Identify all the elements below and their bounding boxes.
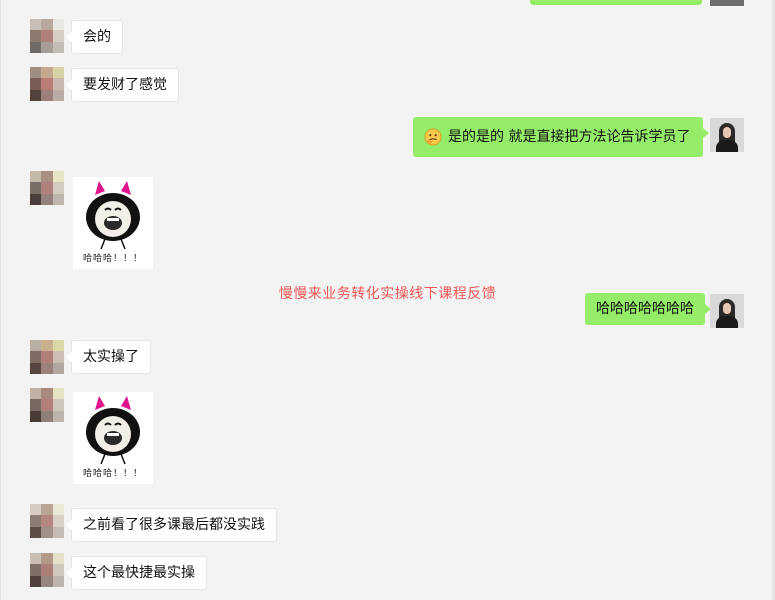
contact-avatar[interactable] (30, 67, 64, 101)
contact-avatar[interactable] (30, 19, 64, 53)
message-bubble-incoming[interactable]: 这个最快捷最实操 (66, 556, 207, 590)
message-text: 太实操了 (83, 349, 139, 365)
message-bubble-incoming[interactable]: 会的 (66, 20, 123, 54)
sticker-caption: 哈哈哈！！！ (82, 469, 143, 479)
contact-avatar[interactable] (30, 340, 64, 374)
message-text: 哈哈哈哈哈哈哈 (596, 301, 694, 317)
user-avatar[interactable] (710, 294, 744, 328)
laughing-panda-sticker (86, 181, 140, 250)
sticker-message[interactable]: 哈哈哈！！！ (73, 177, 153, 269)
message-bubble-incoming[interactable]: 太实操了 (66, 340, 151, 374)
message-bubble-outgoing[interactable]: 是的是的 就是直接把方法论告诉学员了 (413, 117, 709, 157)
contact-avatar[interactable] (30, 171, 64, 205)
sticker-message[interactable]: 哈哈哈！！！ (73, 392, 153, 484)
laughing-panda-sticker (86, 396, 140, 465)
thinking-face-emoji (424, 128, 442, 146)
message-bubble-incoming[interactable]: 之前看了很多课最后都没实践 (66, 508, 277, 542)
user-avatar[interactable] (710, 118, 744, 152)
message-bubble-incoming[interactable]: 要发财了感觉 (66, 68, 179, 102)
message-text: 这个最快捷最实操 (83, 565, 195, 581)
message-text: 要发财了感觉 (83, 77, 167, 93)
previous-message-avatar[interactable] (710, 0, 744, 6)
message-text: 是的是的 就是直接把方法论告诉学员了 (448, 129, 691, 145)
message-text: 会的 (83, 29, 111, 45)
message-bubble-outgoing[interactable]: 哈哈哈哈哈哈哈 (585, 293, 711, 325)
message-text: 之前看了很多课最后都没实践 (83, 517, 265, 533)
contact-avatar[interactable] (30, 553, 64, 587)
sticker-caption: 哈哈哈！！！ (82, 254, 143, 264)
contact-avatar[interactable] (30, 388, 64, 422)
previous-message-bubble[interactable] (530, 0, 702, 5)
contact-avatar[interactable] (30, 504, 64, 538)
